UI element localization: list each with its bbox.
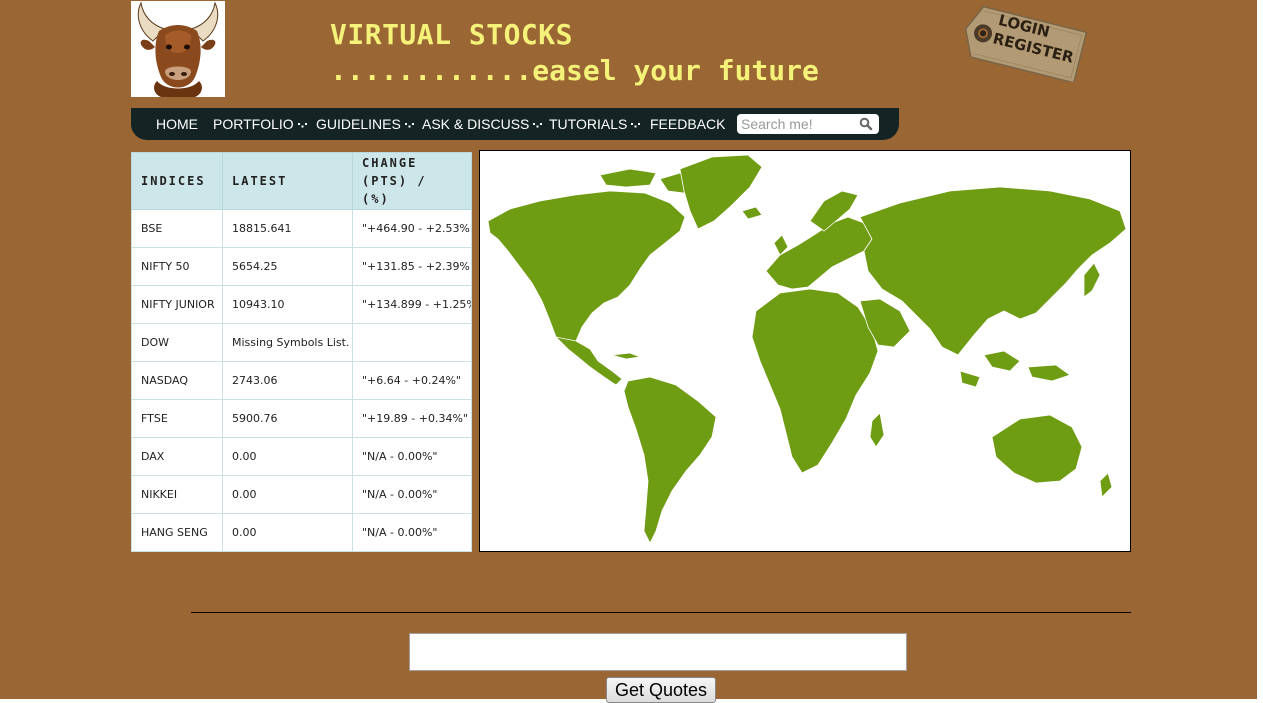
index-name: BSE bbox=[131, 209, 223, 248]
nav-tutorials[interactable]: TUTORIALS bbox=[549, 108, 641, 140]
index-name: DAX bbox=[131, 437, 223, 476]
index-change: "+19.89 - +0.34%" bbox=[352, 399, 472, 438]
table-row: BSE 18815.641 "+464.90 - +2.53%" bbox=[131, 209, 472, 248]
get-quotes-button[interactable]: Get Quotes bbox=[606, 677, 716, 703]
nav-feedback[interactable]: FEEDBACK bbox=[650, 108, 725, 140]
nav-portfolio[interactable]: PORTFOLIO bbox=[213, 108, 307, 140]
login-register-tag[interactable]: LOGIN REGISTER bbox=[962, 4, 1090, 84]
latest-header: LATEST bbox=[222, 152, 353, 210]
indices-table: INDICES LATEST CHANGE (PTS) / (%) BSE 18… bbox=[131, 152, 472, 552]
main-navbar: HOME PORTFOLIO GUIDELINES ASK & DISCUSS … bbox=[131, 108, 899, 140]
nav-guidelines-label: GUIDELINES bbox=[316, 116, 401, 132]
index-name: NIFTY 50 bbox=[131, 247, 223, 286]
table-row: NIFTY 50 5654.25 "+131.85 - +2.39%" bbox=[131, 247, 472, 286]
index-latest: 18815.641 bbox=[222, 209, 353, 248]
table-row: NIKKEI 0.00 "N/A - 0.00%" bbox=[131, 475, 472, 514]
bull-logo[interactable] bbox=[131, 1, 225, 97]
index-latest: 2743.06 bbox=[222, 361, 353, 400]
index-change: "N/A - 0.00%" bbox=[352, 437, 472, 476]
nav-home-label: HOME bbox=[156, 116, 198, 132]
search-icon[interactable] bbox=[859, 117, 873, 131]
nav-feedback-label: FEEDBACK bbox=[650, 116, 726, 132]
index-name: NIFTY JUNIOR bbox=[131, 285, 223, 324]
page-background: VIRTUAL STOCKS ............easel your fu… bbox=[0, 0, 1257, 703]
index-change: "+464.90 - +2.53%" bbox=[352, 209, 472, 248]
search-input[interactable] bbox=[741, 115, 853, 133]
dropdown-arrow-icon bbox=[533, 122, 543, 128]
index-name: NASDAQ bbox=[131, 361, 223, 400]
table-row: DAX 0.00 "N/A - 0.00%" bbox=[131, 437, 472, 476]
world-map bbox=[479, 150, 1131, 552]
indices-header: INDICES bbox=[131, 152, 223, 210]
index-change: "+134.899 - +1.25%" bbox=[352, 285, 472, 324]
dropdown-arrow-icon bbox=[631, 122, 641, 128]
index-name: FTSE bbox=[131, 399, 223, 438]
index-change: "+6.64 - +0.24%" bbox=[352, 361, 472, 400]
index-latest: 0.00 bbox=[222, 513, 353, 552]
table-row: FTSE 5900.76 "+19.89 - +0.34%" bbox=[131, 399, 472, 438]
index-name: DOW bbox=[131, 323, 223, 362]
table-row: NIFTY JUNIOR 10943.10 "+134.899 - +1.25%… bbox=[131, 285, 472, 324]
index-latest: 5900.76 bbox=[222, 399, 353, 438]
table-header-row: INDICES LATEST CHANGE (PTS) / (%) bbox=[131, 152, 472, 210]
index-latest: 0.00 bbox=[222, 437, 353, 476]
site-tagline: ............easel your future bbox=[330, 54, 819, 87]
site-title: VIRTUAL STOCKS bbox=[330, 18, 574, 51]
nav-guidelines[interactable]: GUIDELINES bbox=[316, 108, 414, 140]
index-name: HANG SENG bbox=[131, 513, 223, 552]
world-map-icon bbox=[487, 154, 1127, 544]
nav-tutorials-label: TUTORIALS bbox=[549, 116, 628, 132]
nav-portfolio-label: PORTFOLIO bbox=[213, 116, 294, 132]
dropdown-arrow-icon bbox=[404, 122, 414, 128]
table-row: HANG SENG 0.00 "N/A - 0.00%" bbox=[131, 513, 472, 552]
nav-ask-discuss-label: ASK & DISCUSS bbox=[422, 116, 530, 132]
index-latest: 5654.25 bbox=[222, 247, 353, 286]
dropdown-arrow-icon bbox=[297, 122, 307, 128]
table-row: NASDAQ 2743.06 "+6.64 - +0.24%" bbox=[131, 361, 472, 400]
nav-home[interactable]: HOME bbox=[156, 108, 198, 140]
index-latest: 0.00 bbox=[222, 475, 353, 514]
horizontal-divider bbox=[191, 612, 1131, 613]
change-header: CHANGE (PTS) / (%) bbox=[352, 152, 472, 210]
index-change: "+131.85 - +2.39%" bbox=[352, 247, 472, 286]
bull-head-icon bbox=[137, 1, 219, 97]
nav-ask-discuss[interactable]: ASK & DISCUSS bbox=[422, 108, 543, 140]
index-name: NIKKEI bbox=[131, 475, 223, 514]
index-latest: 10943.10 bbox=[222, 285, 353, 324]
index-change: "N/A - 0.00%" bbox=[352, 475, 472, 514]
quote-symbol-input[interactable] bbox=[409, 633, 907, 671]
table-row: DOW Missing Symbols List. bbox=[131, 323, 472, 362]
search-box bbox=[737, 114, 879, 134]
index-change bbox=[352, 323, 472, 362]
index-latest: Missing Symbols List. bbox=[222, 323, 353, 362]
index-change: "N/A - 0.00%" bbox=[352, 513, 472, 552]
